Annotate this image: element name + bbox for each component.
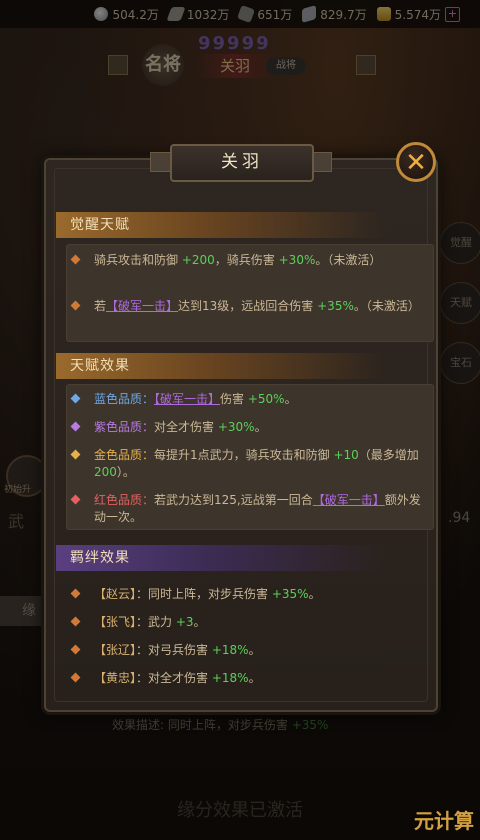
text-span: 伤害	[220, 392, 248, 406]
watermark-logo: 元计算	[414, 809, 474, 833]
text-span: ：同时上阵，对步兵伤害	[136, 587, 272, 601]
list-item: 【赵云】：同时上阵，对步兵伤害 +35%。	[70, 586, 432, 603]
text-span: 。	[308, 587, 321, 601]
list-item: 【黄忠】：对全才伤害 +18%。	[70, 670, 432, 687]
text-span: ：对全才伤害	[136, 671, 212, 685]
bonus-value: +10	[333, 448, 359, 462]
list-item: 【张飞】：武力 +3。	[70, 614, 432, 631]
text-span: 【张辽】	[94, 643, 137, 657]
bullet-icon	[70, 616, 81, 627]
text-span: ，骑兵伤害	[214, 253, 279, 267]
close-button[interactable]: ✕	[396, 142, 436, 182]
rich-text: 【黄忠】：对全才伤害 +18%。	[94, 670, 432, 687]
list-item: 紫色品质：对全才伤害 +30%。	[70, 419, 432, 436]
text-span: 达到13级，远战回合伤害	[178, 299, 318, 313]
bullet-icon	[70, 588, 81, 599]
bullet-icon	[70, 644, 81, 655]
text-span: 。（未激活）	[315, 253, 382, 267]
text-span: 。	[248, 671, 261, 685]
list-item: 蓝色品质：【破军一击】伤害 +50%。	[70, 391, 432, 408]
bonus-value: +30%	[278, 253, 316, 267]
bonus-value: +200	[181, 253, 215, 267]
text-span: 。	[248, 643, 261, 657]
bonus-value: +35%	[271, 587, 309, 601]
text-span: 。（未激活）	[353, 299, 420, 313]
bonus-value: +18%	[211, 643, 249, 657]
bonus-value: +50%	[247, 392, 285, 406]
text-span: ）。	[116, 465, 135, 479]
section-awaken-talent-header: 觉醒天赋	[56, 212, 386, 238]
text-span: 。	[193, 615, 206, 629]
skill-link[interactable]: 【破军一击】	[154, 392, 220, 406]
text-span: ：对弓兵伤害	[136, 643, 212, 657]
list-item: 骑兵攻击和防御 +200，骑兵伤害 +30%。（未激活）	[70, 252, 432, 269]
text-span: 紫色品质：	[94, 420, 155, 434]
text-span: 每提升1点武力，骑兵攻击和防御	[154, 448, 334, 462]
skill-link[interactable]: 【破军一击】	[106, 299, 178, 313]
text-span: 金色品质：	[94, 448, 155, 462]
text-span: （最多增加	[358, 448, 419, 462]
skill-link[interactable]: 【破军一击】	[313, 493, 385, 507]
red-bullet-icon	[70, 494, 81, 505]
bonus-value: 200	[94, 465, 117, 479]
section-talent-effect-header: 天赋效果	[56, 353, 386, 379]
rich-text: 金色品质：每提升1点武力，骑兵攻击和防御 +10（最多增加 200）。	[94, 447, 432, 481]
bonus-value: +30%	[217, 420, 255, 434]
gold-bullet-icon	[70, 449, 81, 460]
text-span: 红色品质：	[94, 493, 155, 507]
rich-text: 红色品质：若武力达到125,远战第一回合【破军一击】额外发动一次。	[94, 492, 432, 526]
rich-text: 蓝色品质：【破军一击】伤害 +50%。	[94, 391, 432, 408]
text-span: 若	[94, 299, 107, 313]
bonus-value: +3	[175, 615, 194, 629]
text-span: 【黄忠】	[94, 671, 137, 685]
popup-title: 关羽	[170, 144, 314, 182]
text-span: 【张飞】	[94, 615, 137, 629]
rich-text: 【张辽】：对弓兵伤害 +18%。	[94, 642, 432, 659]
list-item: 红色品质：若武力达到125,远战第一回合【破军一击】额外发动一次。	[70, 492, 432, 526]
text-span: 若武力达到125,远战第一回合	[154, 493, 313, 507]
bullet-icon	[70, 672, 81, 683]
rich-text: 【张飞】：武力 +3。	[94, 614, 432, 631]
list-item: 金色品质：每提升1点武力，骑兵攻击和防御 +10（最多增加 200）。	[70, 447, 432, 481]
list-item: 【张辽】：对弓兵伤害 +18%。	[70, 642, 432, 659]
text-span: ：武力	[136, 615, 176, 629]
bonus-value: +35%	[317, 299, 354, 313]
bonus-value: +18%	[211, 671, 249, 685]
bullet-icon	[70, 254, 81, 265]
text-span: 骑兵攻击和防御	[94, 253, 182, 267]
list-item: 若【破军一击】达到13级，远战回合伤害 +35%。（未激活）	[70, 298, 432, 315]
bullet-icon	[70, 300, 81, 311]
rich-text: 若【破军一击】达到13级，远战回合伤害 +35%。（未激活）	[94, 298, 432, 315]
blue-bullet-icon	[70, 393, 81, 404]
text-span: 。	[284, 392, 297, 406]
rich-text: 【赵云】：同时上阵，对步兵伤害 +35%。	[94, 586, 432, 603]
rich-text: 骑兵攻击和防御 +200，骑兵伤害 +30%。（未激活）	[94, 252, 432, 269]
text-span: 对全才伤害	[154, 420, 218, 434]
rich-text: 紫色品质：对全才伤害 +30%。	[94, 419, 432, 436]
text-span: 【赵云】	[94, 587, 137, 601]
section-bond-effect-header: 羁绊效果	[56, 545, 386, 571]
text-span: 蓝色品质：	[94, 392, 155, 406]
purple-bullet-icon	[70, 421, 81, 432]
text-span: 。	[254, 420, 267, 434]
